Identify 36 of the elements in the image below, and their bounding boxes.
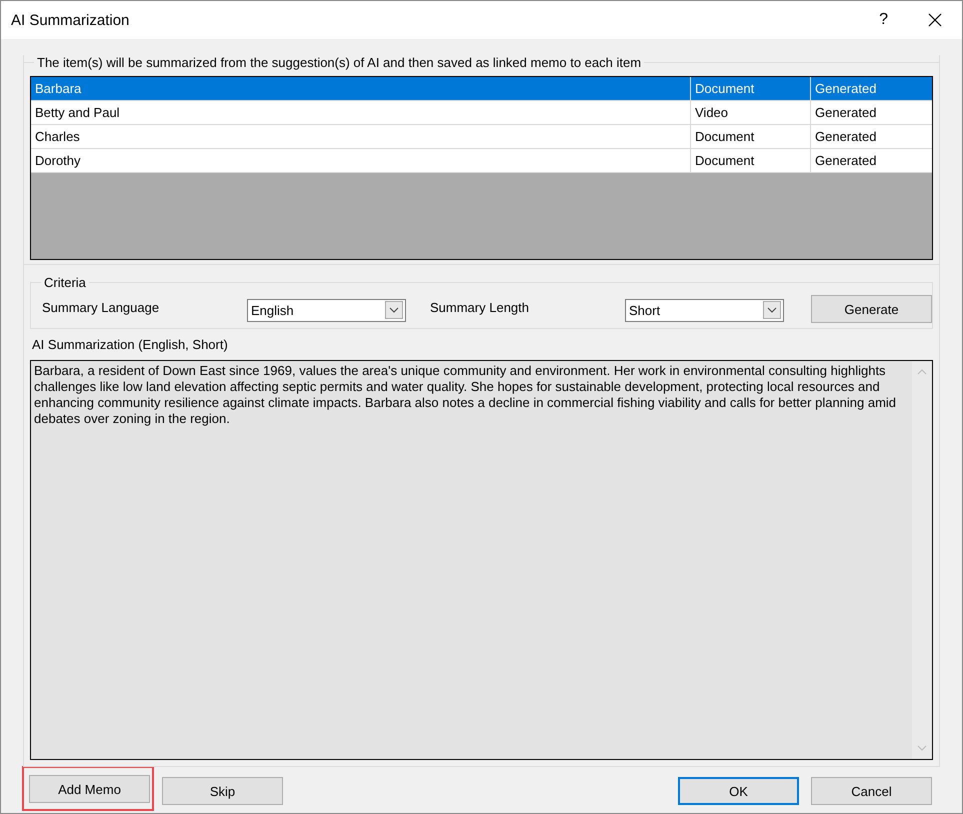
scroll-up-icon[interactable] (917, 369, 927, 375)
list-row[interactable]: Dorothy Document Generated (31, 149, 932, 173)
summary-label: AI Summarization (English, Short) (32, 337, 229, 352)
table-cell-text: Generated (814, 80, 878, 98)
list-row[interactable]: Barbara Document Generated (31, 77, 932, 101)
help-button[interactable]: ? (879, 11, 888, 29)
window-title: AI Summarization (11, 12, 130, 28)
generate-button[interactable]: Generate (811, 295, 932, 323)
length-dropdown[interactable]: Short (625, 298, 784, 322)
table-cell-text: Generated (814, 104, 878, 122)
summary-text: Barbara, a resident of Down East since 1969, values the area's unique community and environment. Her work in environmental consulting highlights challenges like low land elevation affecting septic permits and water quality. She hopes for sustainable development, protecting local resources and enhancing community resilience against climate impacts. Barbara also notes a decline in commercial fishing viability and calls for better planning amid debates over zoning in the region. (33, 362, 898, 428)
table-cell: Document (691, 77, 811, 100)
field-label: Summary Length (430, 300, 530, 314)
list-row[interactable]: Betty and Paul Video Generated (31, 101, 932, 125)
dialog-button[interactable]: OK (678, 777, 799, 805)
scroll-down-icon[interactable] (917, 745, 927, 751)
list-row[interactable]: Charles Document Generated (31, 125, 932, 149)
table-cell-text: Generated (814, 128, 878, 146)
scrollbar[interactable] (912, 361, 932, 759)
table-cell: Betty and Paul (31, 101, 691, 124)
table-cell-text: Generated (814, 152, 878, 170)
table-cell: Document (691, 125, 811, 148)
table-cell: Barbara (31, 77, 691, 100)
group-caption: The item(s) will be summarized from the suggestion(s) of AI and then saved as linked memo to each item (36, 55, 642, 70)
language-dropdown[interactable]: English (247, 298, 406, 322)
close-icon[interactable] (928, 13, 942, 27)
group-caption: Criteria (43, 275, 87, 290)
dialog-button[interactable]: Add Memo (29, 775, 150, 803)
table-cell: Charles (31, 125, 691, 148)
table-cell: Document (691, 149, 811, 172)
table-cell: Dorothy (31, 149, 691, 172)
summary-text-area[interactable] (30, 360, 933, 760)
dialog-button[interactable]: Cancel (811, 777, 932, 805)
table-cell: Video (691, 101, 811, 124)
field-label: Summary Language (42, 300, 160, 314)
dialog-button[interactable]: Skip (162, 777, 283, 805)
